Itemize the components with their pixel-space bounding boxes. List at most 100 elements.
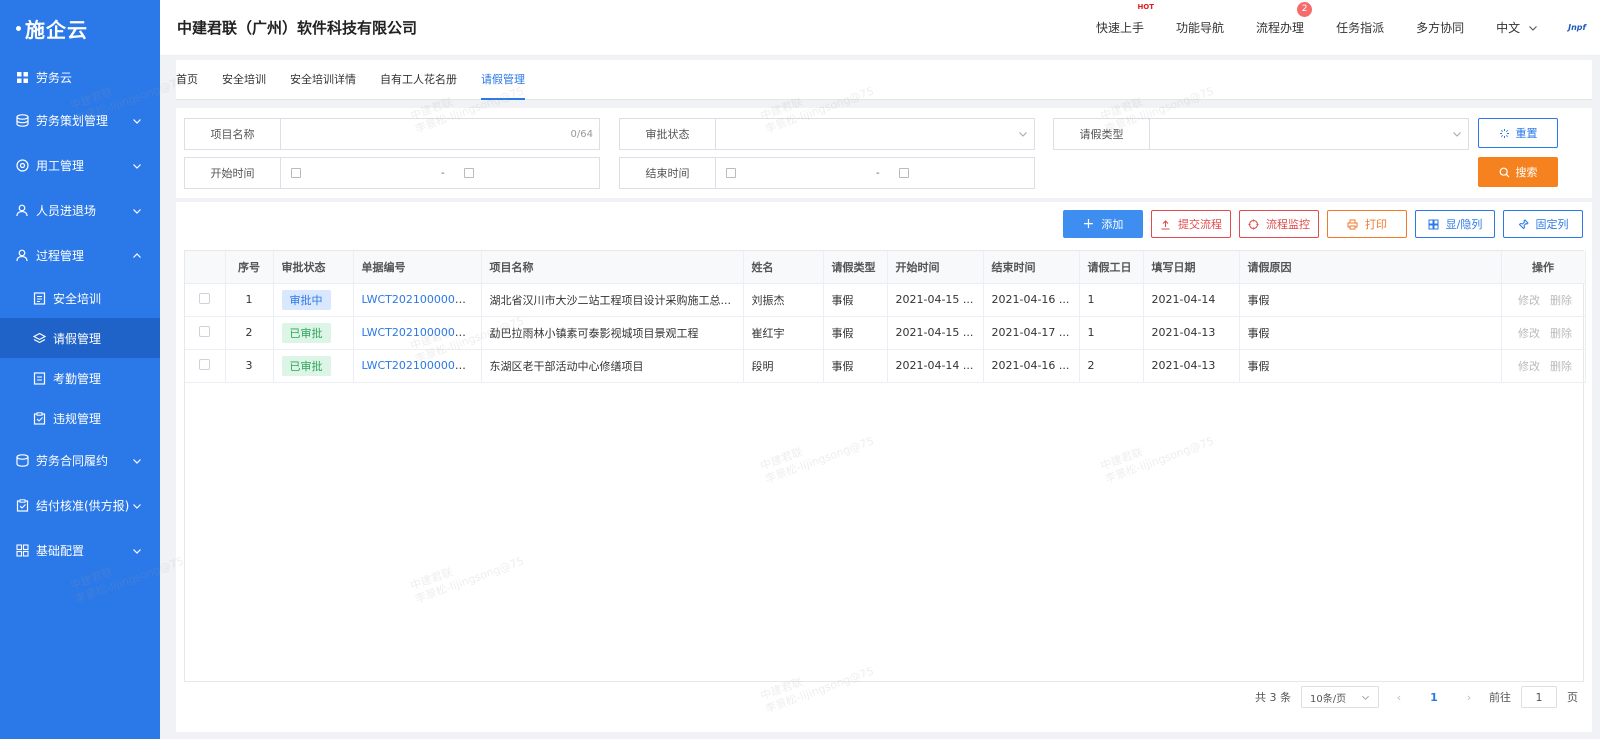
row-checkbox[interactable]	[199, 292, 211, 304]
status-badge: 审批中	[281, 289, 331, 310]
current-page[interactable]: 1	[1419, 691, 1449, 704]
grid-icon	[1428, 219, 1439, 229]
prev-page-icon[interactable]: ‹	[1389, 691, 1409, 704]
approval-status-select[interactable]	[716, 119, 1034, 149]
sidebar-item-labor-planning[interactable]: 劳务策划管理	[0, 98, 160, 143]
tab-safety-training-detail[interactable]: 安全培训详情	[278, 60, 368, 100]
print-button[interactable]: 打印	[1327, 210, 1407, 238]
cell-no: 3	[225, 349, 274, 383]
sidebar-item-safety-training[interactable]: 安全培训	[0, 278, 160, 318]
edit-link[interactable]: 修改	[1518, 294, 1540, 307]
cell-name: 刘振杰	[743, 283, 824, 317]
sidebar-item-labor-cloud[interactable]: 劳务云	[0, 56, 160, 98]
fix-columns-button[interactable]: 固定列	[1503, 210, 1583, 238]
chevron-down-icon	[1019, 132, 1027, 137]
toggle-columns-button[interactable]: 显/隐列	[1415, 210, 1495, 238]
chevron-down-icon	[1453, 132, 1461, 137]
tab-leave-management[interactable]: 请假管理	[469, 60, 537, 100]
tab-safety-training[interactable]: 安全培训	[210, 60, 278, 100]
end-time-range[interactable]: -	[716, 158, 1034, 188]
sidebar-item-label: 请假管理	[53, 331, 102, 346]
cell-end: 2021-04-17 ...	[983, 316, 1080, 350]
sidebar-item-basic-config[interactable]: 基础配置	[0, 528, 160, 573]
sidebar-item-attendance[interactable]: 考勤管理	[0, 358, 160, 398]
header-nav-workflow[interactable]: 流程办理 2	[1256, 2, 1313, 36]
sidebar-item-leave[interactable]: 请假管理	[0, 318, 160, 358]
goto-page-input[interactable]: 1	[1521, 686, 1557, 708]
plus-icon: +	[1082, 216, 1095, 232]
hot-badge: HOT	[1137, 3, 1155, 11]
search-label: 搜索	[1515, 166, 1538, 179]
sidebar-item-entry-exit[interactable]: 人员进退场	[0, 188, 160, 233]
header-nav-label: 任务指派	[1336, 21, 1385, 35]
document-code-link[interactable]: LWCT202100000011	[362, 326, 476, 339]
edit-link[interactable]: 修改	[1518, 327, 1540, 340]
cell-no: 1	[225, 283, 274, 317]
printer-icon	[1347, 219, 1358, 229]
leave-type-select[interactable]	[1150, 119, 1468, 149]
header-nav-label: 多方协同	[1416, 21, 1465, 35]
add-button[interactable]: + 添加	[1063, 210, 1143, 238]
chevron-down-icon	[133, 118, 141, 124]
flow-monitor-button[interactable]: 流程监控	[1239, 210, 1319, 238]
grid-icon	[16, 544, 29, 557]
tab-home[interactable]: 首页	[176, 60, 210, 100]
reset-label: 重置	[1515, 127, 1538, 140]
next-page-icon[interactable]: ›	[1459, 691, 1479, 704]
sidebar: 施企云 劳务云 劳务策划管理 用工管理 人员进退场 过程管理 安全培训 请假管理…	[0, 0, 160, 739]
file-icon	[33, 371, 46, 385]
calendar-icon	[291, 168, 301, 178]
sidebar-item-employment[interactable]: 用工管理	[0, 143, 160, 188]
start-time-range[interactable]: -	[281, 158, 599, 188]
sidebar-item-settlement[interactable]: 结付核准(供方报)	[0, 483, 160, 528]
project-name-input[interactable]: 0/64	[281, 119, 599, 149]
cell-type: 事假	[823, 283, 888, 317]
delete-link[interactable]: 删除	[1550, 294, 1572, 307]
table-header-row: 序号 审批状态 单据编号 项目名称 姓名 请假类型 开始时间 结束时间 请假工日…	[185, 251, 1586, 284]
document-code-link[interactable]: LWCT202100000010	[362, 359, 476, 372]
search-button[interactable]: 搜索	[1478, 157, 1558, 187]
reset-button[interactable]: 重置	[1478, 118, 1558, 148]
logo[interactable]: 施企云	[0, 0, 160, 56]
cell-start: 2021-04-15 ...	[887, 283, 984, 317]
notification-badge: 2	[1297, 2, 1313, 17]
total-count: 共 3 条	[1255, 691, 1291, 704]
submit-flow-button[interactable]: 提交流程	[1151, 210, 1231, 238]
project-name-field: 项目名称 0/64	[184, 118, 600, 150]
language-select[interactable]: 中文	[1496, 19, 1538, 36]
language-label: 中文	[1496, 21, 1521, 35]
delete-link[interactable]: 删除	[1550, 360, 1572, 373]
header-nav-quick-start[interactable]: 快速上手 HOT	[1096, 3, 1154, 36]
brand-logo[interactable]: Jnpf	[1568, 23, 1586, 32]
sidebar-item-process[interactable]: 过程管理	[0, 233, 160, 278]
table-row: 1 审批中 LWCT202100000012 湖北省汉川市大沙二站工程项目设计采…	[185, 283, 1586, 317]
page-size-value: 10条/页	[1310, 693, 1347, 705]
document-code-link[interactable]: LWCT202100000012	[362, 293, 476, 306]
doc-icon	[33, 291, 46, 305]
header-nav-collaboration[interactable]: 多方协同	[1416, 19, 1464, 36]
upload-icon	[1161, 219, 1170, 230]
field-label: 请假类型	[1054, 119, 1150, 149]
header-nav-function-guide[interactable]: 功能导航	[1176, 19, 1224, 36]
cell-reason: 事假	[1239, 349, 1502, 383]
sidebar-item-contract[interactable]: 劳务合同履约	[0, 438, 160, 483]
row-checkbox[interactable]	[199, 325, 211, 337]
row-checkbox[interactable]	[199, 358, 211, 370]
cog-circle-icon	[16, 159, 29, 172]
field-label: 审批状态	[620, 119, 716, 149]
delete-link[interactable]: 删除	[1550, 327, 1572, 340]
range-separator: -	[441, 167, 445, 179]
sidebar-item-violation[interactable]: 违规管理	[0, 398, 160, 438]
top-header: 中建君联（广州）软件科技有限公司 快速上手 HOT 功能导航 流程办理 2 任务…	[160, 0, 1600, 56]
calendar-icon	[464, 168, 474, 178]
column-header: 结束时间	[983, 251, 1080, 284]
page-size-select[interactable]: 10条/页	[1301, 686, 1379, 708]
table-row: 2 已审批 LWCT202100000011 勐巴拉雨林小镇素可泰影视城项目景观…	[185, 316, 1586, 350]
edit-link[interactable]: 修改	[1518, 360, 1540, 373]
logo-text: 施企云	[25, 17, 88, 42]
field-label: 开始时间	[185, 158, 281, 188]
header-nav-task-assign[interactable]: 任务指派	[1336, 19, 1384, 36]
chevron-down-icon	[133, 458, 141, 464]
tab-worker-roster[interactable]: 自有工人花名册	[368, 60, 469, 100]
sidebar-item-label: 考勤管理	[53, 371, 102, 386]
